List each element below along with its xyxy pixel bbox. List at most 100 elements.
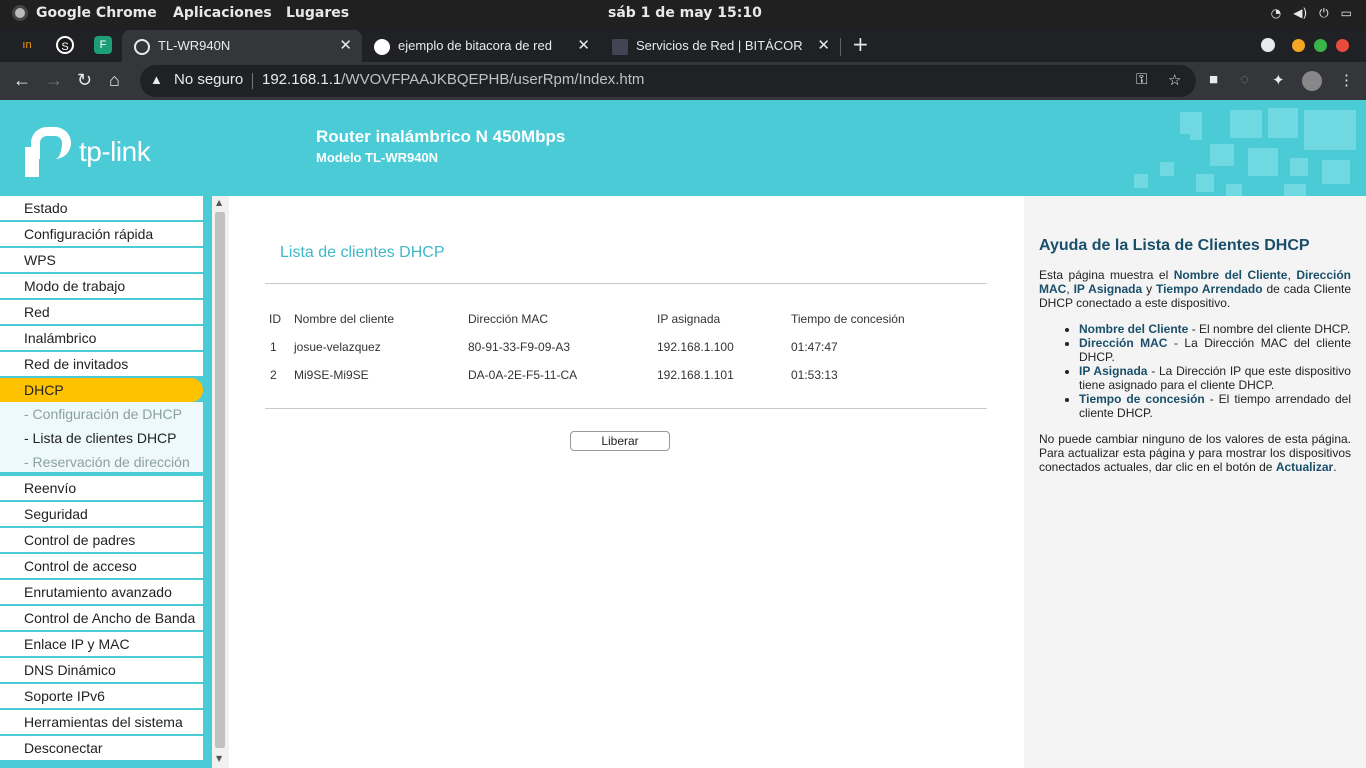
reload-icon[interactable]: ↻	[77, 70, 92, 91]
tab-title: TL-WR940N	[158, 38, 231, 53]
column-header: ID	[269, 312, 281, 326]
new-tab-button[interactable]: +	[852, 32, 869, 56]
main-content: Lista de clientes DHCP ID Nombre del cli…	[229, 196, 1024, 768]
active-app-menu[interactable]: Google Chrome	[12, 5, 157, 21]
table-cell: 1	[270, 340, 277, 354]
not-secure-label[interactable]: No seguro	[174, 71, 243, 88]
warning-icon[interactable]: ▲	[150, 72, 163, 87]
active-app-name: Google Chrome	[36, 5, 157, 21]
pinned-tab-1[interactable]: ın	[18, 36, 36, 54]
back-icon[interactable]: ←	[13, 70, 31, 91]
product-name: Router inalámbrico N 450Mbps	[316, 127, 566, 146]
battery-icon: ▭	[1340, 6, 1352, 20]
sidebar-item-control-ancho-de-banda[interactable]: Control de Ancho de Banda	[0, 606, 203, 630]
toolbar: ← → ↻ ⌂ ▲ No seguro 192.168.1.1/WVOVFPAA…	[0, 62, 1366, 100]
url-text[interactable]: 192.168.1.1/WVOVFPAAJKBQEPHB/userRpm/Ind…	[262, 71, 644, 88]
close-window-button[interactable]	[1336, 39, 1349, 52]
tab-title: ejemplo de bitacora de red	[398, 38, 552, 53]
sidebar-item-control-de-acceso[interactable]: Control de acceso	[0, 554, 203, 578]
url-host: 192.168.1.1	[262, 71, 342, 88]
sidebar-subitem-reservacion-direccion[interactable]: - Reservación de dirección	[0, 450, 203, 472]
list-item: IP Asignada - La Dirección IP que este d…	[1079, 364, 1351, 392]
sidebar-item-red-de-invitados[interactable]: Red de invitados	[0, 352, 203, 376]
sidebar-item-red[interactable]: Red	[0, 300, 203, 324]
sidebar-item-estado[interactable]: Estado	[0, 196, 203, 220]
help-panel: Ayuda de la Lista de Clientes DHCP Esta …	[1024, 196, 1366, 768]
chrome-icon	[12, 5, 28, 21]
system-tray[interactable]: ◔ ◀) ⏻ ▭	[1271, 6, 1352, 21]
close-tab-icon[interactable]: ✕	[817, 36, 830, 54]
close-tab-icon[interactable]: ✕	[577, 36, 590, 54]
sidebar-item-enlace-ip-mac[interactable]: Enlace IP y MAC	[0, 632, 203, 656]
sidebar-item-reenvio[interactable]: Reenvío	[0, 476, 203, 500]
pinned-tab-3-icon: F	[99, 39, 107, 51]
key-icon[interactable]: ⚿	[1136, 71, 1147, 88]
pinned-tab-3[interactable]: F	[94, 36, 112, 54]
forward-icon[interactable]: →	[45, 70, 63, 91]
menu-dots-icon[interactable]: ⋮	[1339, 71, 1354, 89]
column-header: Nombre del cliente	[294, 312, 395, 326]
release-button[interactable]: Liberar	[570, 431, 670, 451]
help-note: No puede cambiar ninguno de los valores …	[1039, 432, 1351, 474]
list-item: Nombre del Cliente - El nombre del clien…	[1079, 322, 1351, 336]
table-cell: josue-velazquez	[294, 340, 381, 354]
sidebar-subitem-configuracion-dhcp[interactable]: - Configuración de DHCP	[0, 402, 203, 426]
volume-icon: ◀)	[1293, 6, 1308, 20]
table-cell: 192.168.1.101	[657, 368, 734, 382]
tab-search-icon[interactable]	[1261, 38, 1275, 52]
sidebar-item-wps[interactable]: WPS	[0, 248, 203, 272]
url-path: /WVOVFPAAJKBQEPHB/userRpm/Index.htm	[341, 71, 645, 88]
maximize-button[interactable]	[1314, 39, 1327, 52]
places-menu[interactable]: Lugares	[286, 5, 349, 21]
help-title: Ayuda de la Lista de Clientes DHCP	[1039, 237, 1310, 254]
scroll-up-icon[interactable]: ▲	[216, 198, 222, 207]
applications-menu[interactable]: Aplicaciones	[173, 5, 272, 21]
tab-servicios-de-red[interactable]: Servicios de Red | BITÁCOR ✕	[600, 30, 840, 62]
tplink-logo: tp-link	[25, 127, 151, 177]
scroll-down-icon[interactable]: ▼	[216, 754, 222, 763]
sidebar-item-dns-dinamico[interactable]: DNS Dinámico	[0, 658, 203, 682]
table-cell: 2	[270, 368, 277, 382]
column-header: Dirección MAC	[468, 312, 549, 326]
sidebar-menu: Estado Configuración rápida WPS Modo de …	[0, 196, 212, 768]
sync-icon[interactable]: ◌	[1240, 71, 1249, 88]
clock[interactable]: sáb 1 de may 15:10	[608, 5, 762, 21]
pinned-tab-2[interactable]: S	[56, 36, 74, 54]
scrollbar-thumb[interactable]	[215, 212, 225, 748]
pinned-tab-1-icon: ın	[22, 39, 32, 51]
sidebar-item-enrutamiento-avanzado[interactable]: Enrutamiento avanzado	[0, 580, 203, 604]
sidebar-item-desconectar[interactable]: Desconectar	[0, 736, 203, 760]
close-tab-icon[interactable]: ✕	[339, 36, 352, 54]
sidebar-item-inalambrico[interactable]: Inalámbrico	[0, 326, 203, 350]
power-icon: ⏻	[1319, 6, 1329, 20]
puzzle-icon[interactable]: ✦	[1272, 71, 1285, 89]
table-cell: 01:47:47	[791, 340, 838, 354]
home-icon[interactable]: ⌂	[109, 70, 120, 91]
tab-tl-wr940n[interactable]: TL-WR940N ✕	[122, 30, 362, 62]
sidebar-item-dhcp[interactable]: DHCP	[0, 378, 203, 402]
sidebar-item-seguridad[interactable]: Seguridad	[0, 502, 203, 526]
list-item: Tiempo de concesión - El tiempo arrendad…	[1079, 392, 1351, 420]
page-title: Lista de clientes DHCP	[280, 244, 445, 261]
extension-icon[interactable]: ■	[1209, 71, 1218, 88]
avatar[interactable]	[1302, 71, 1322, 91]
help-bullets: Nombre del Cliente - El nombre del clien…	[1079, 322, 1351, 420]
table-cell: 192.168.1.100	[657, 340, 734, 354]
list-item: Dirección MAC - La Dirección MAC del cli…	[1079, 336, 1351, 364]
sidebar-item-configuracion-rapida[interactable]: Configuración rápida	[0, 222, 203, 246]
divider	[252, 73, 253, 89]
tplink-mark-icon	[25, 127, 75, 177]
table-cell: Mi9SE-Mi9SE	[294, 368, 369, 382]
column-header: IP asignada	[657, 312, 721, 326]
tab-bitacora[interactable]: ejemplo de bitacora de red ✕	[362, 30, 600, 62]
sidebar-scrollbar[interactable]: ▲ ▼	[212, 196, 229, 768]
model-name: Modelo TL-WR940N	[316, 150, 439, 165]
table-cell: 01:53:13	[791, 368, 838, 382]
sidebar-item-soporte-ipv6[interactable]: Soporte IPv6	[0, 684, 203, 708]
minimize-button[interactable]	[1292, 39, 1305, 52]
sidebar-subitem-lista-clientes-dhcp[interactable]: - Lista de clientes DHCP	[0, 426, 203, 450]
sidebar-item-herramientas-del-sistema[interactable]: Herramientas del sistema	[0, 710, 203, 734]
sidebar-item-modo-de-trabajo[interactable]: Modo de trabajo	[0, 274, 203, 298]
star-icon[interactable]: ☆	[1168, 71, 1181, 89]
sidebar-item-control-de-padres[interactable]: Control de padres	[0, 528, 203, 552]
